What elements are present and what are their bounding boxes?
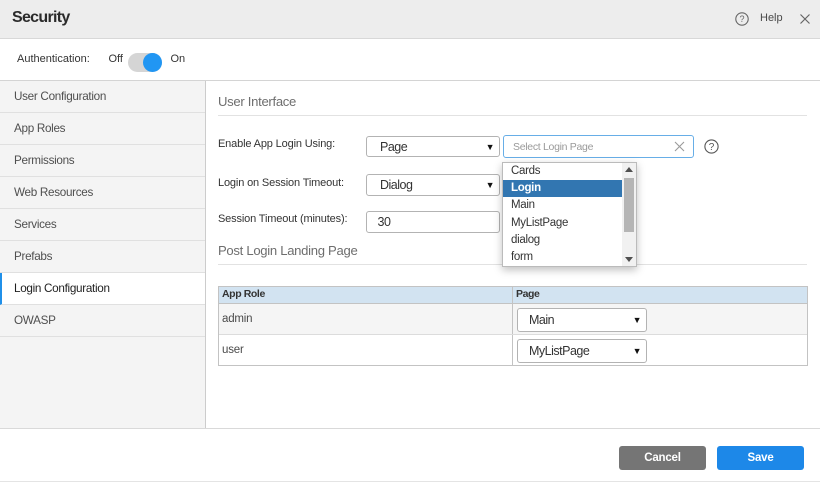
svg-text:?: ? xyxy=(709,142,715,153)
svg-text:?: ? xyxy=(739,14,744,24)
